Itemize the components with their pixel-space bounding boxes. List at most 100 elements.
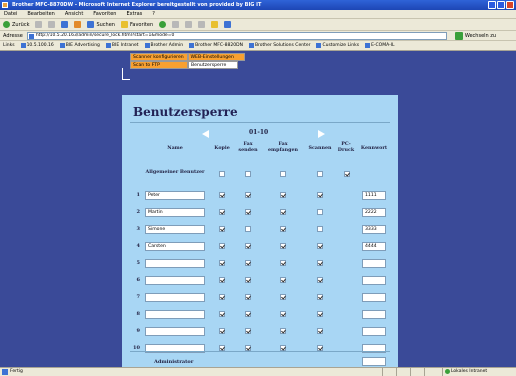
stop-icon[interactable]	[48, 21, 56, 28]
permission-checkbox[interactable]	[245, 209, 251, 215]
permission-checkbox[interactable]	[219, 277, 225, 283]
permission-checkbox[interactable]	[280, 260, 286, 266]
mail-icon[interactable]	[185, 21, 193, 28]
user-password-input[interactable]	[362, 259, 386, 268]
permission-checkbox[interactable]	[219, 243, 225, 249]
user-name-input[interactable]	[145, 310, 205, 319]
permission-checkbox[interactable]	[317, 209, 323, 215]
link-page-icon	[189, 43, 195, 48]
permission-checkbox[interactable]	[280, 294, 286, 300]
next-page-icon[interactable]	[318, 130, 325, 138]
permission-checkbox[interactable]	[317, 277, 323, 283]
permission-checkbox[interactable]	[219, 294, 225, 300]
permission-checkbox[interactable]	[280, 328, 286, 334]
user-name-input[interactable]	[145, 276, 205, 285]
general-checkbox[interactable]	[280, 171, 286, 177]
maximize-button[interactable]	[497, 1, 505, 9]
permission-checkbox[interactable]	[219, 260, 225, 266]
link-item[interactable]: Brother MFC-8820DN	[189, 43, 243, 48]
forward-icon[interactable]	[35, 21, 43, 28]
user-name-input[interactable]	[145, 327, 205, 336]
prev-page-icon[interactable]	[202, 130, 209, 138]
user-password-input[interactable]	[362, 276, 386, 285]
permission-checkbox[interactable]	[317, 243, 323, 249]
permission-checkbox[interactable]	[280, 209, 286, 215]
link-item[interactable]: BIE Intranet	[105, 43, 139, 48]
permission-checkbox[interactable]	[317, 260, 323, 266]
link-item[interactable]: E-COMA-IL	[365, 43, 395, 48]
admin-password-input[interactable]	[362, 357, 386, 366]
menu-bearbeiten[interactable]: Bearbeiten	[27, 10, 54, 18]
user-name-input[interactable]: Carsten	[145, 242, 205, 251]
user-password-input[interactable]: 2222	[362, 208, 386, 217]
user-name-input[interactable]: Simone	[145, 225, 205, 234]
general-checkbox[interactable]	[344, 171, 350, 177]
permission-checkbox[interactable]	[280, 311, 286, 317]
row-number: 7	[136, 294, 140, 300]
user-password-input[interactable]	[362, 310, 386, 319]
permission-checkbox[interactable]	[245, 260, 251, 266]
user-name-input[interactable]: Peter	[145, 191, 205, 200]
permission-checkbox[interactable]	[245, 277, 251, 283]
permission-checkbox[interactable]	[219, 209, 225, 215]
search-button[interactable]: Suchen	[87, 21, 115, 28]
messenger-icon[interactable]	[224, 21, 232, 28]
permission-checkbox[interactable]	[317, 192, 323, 198]
permission-checkbox[interactable]	[280, 243, 286, 249]
permission-checkbox[interactable]	[219, 328, 225, 334]
media-icon[interactable]	[159, 21, 167, 28]
general-checkbox[interactable]	[245, 171, 251, 177]
go-button[interactable]: Wechseln zu	[454, 31, 496, 40]
nav-user-lock[interactable]: Benutzersperre	[188, 61, 238, 69]
permission-checkbox[interactable]	[245, 311, 251, 317]
user-password-input[interactable]: 1111	[362, 191, 386, 200]
link-item[interactable]: 10.5.100.16	[20, 43, 54, 48]
user-password-input[interactable]	[362, 293, 386, 302]
link-item[interactable]: Brother Admin	[144, 43, 183, 48]
user-name-input[interactable]	[145, 293, 205, 302]
menu-datei[interactable]: Datei	[4, 10, 17, 18]
link-item[interactable]: BIE Advertising	[59, 43, 100, 48]
link-item[interactable]: Customize Links	[316, 43, 359, 48]
nav-scanner-config[interactable]: Scanner konfigurieren	[130, 53, 188, 61]
permission-checkbox[interactable]	[245, 243, 251, 249]
print-icon[interactable]	[198, 21, 206, 28]
nav-web-settings[interactable]: WEB-Einstellungen	[187, 53, 245, 61]
permission-checkbox[interactable]	[219, 192, 225, 198]
link-item[interactable]: Brother Solutions Center	[248, 43, 310, 48]
favorites-button[interactable]: Favoriten	[120, 21, 153, 28]
user-name-input[interactable]: Martin	[145, 208, 205, 217]
permission-checkbox[interactable]	[317, 328, 323, 334]
menu-ansicht[interactable]: Ansicht	[65, 10, 83, 18]
permission-checkbox[interactable]	[245, 328, 251, 334]
general-checkbox[interactable]	[317, 171, 323, 177]
permission-checkbox[interactable]	[245, 294, 251, 300]
close-button[interactable]	[506, 1, 514, 9]
user-name-input[interactable]	[145, 259, 205, 268]
permission-checkbox[interactable]	[317, 311, 323, 317]
nav-scan-to-ftp[interactable]: Scan to FTP	[130, 61, 188, 69]
minimize-button[interactable]	[488, 1, 496, 9]
permission-checkbox[interactable]	[317, 226, 323, 232]
permission-checkbox[interactable]	[280, 192, 286, 198]
address-input[interactable]: http://10.5.20.163/admin/secure_lock.htm…	[26, 31, 447, 40]
menu-help[interactable]: ?	[152, 10, 155, 18]
permission-checkbox[interactable]	[245, 192, 251, 198]
user-password-input[interactable]: 3333	[362, 225, 386, 234]
general-checkbox[interactable]	[219, 171, 225, 177]
permission-checkbox[interactable]	[245, 226, 251, 232]
permission-checkbox[interactable]	[280, 277, 286, 283]
folder-icon[interactable]	[211, 21, 219, 28]
user-password-input[interactable]	[362, 327, 386, 336]
permission-checkbox[interactable]	[219, 311, 225, 317]
menu-favoriten[interactable]: Favoriten	[93, 10, 116, 18]
permission-checkbox[interactable]	[317, 294, 323, 300]
home-icon[interactable]	[74, 21, 82, 28]
user-password-input[interactable]: 4444	[362, 242, 386, 251]
refresh-icon[interactable]	[61, 21, 69, 28]
back-button[interactable]: Zurück	[3, 21, 29, 28]
permission-checkbox[interactable]	[280, 226, 286, 232]
menu-extras[interactable]: Extras	[126, 10, 142, 18]
permission-checkbox[interactable]	[219, 226, 225, 232]
history-icon[interactable]	[172, 21, 180, 28]
